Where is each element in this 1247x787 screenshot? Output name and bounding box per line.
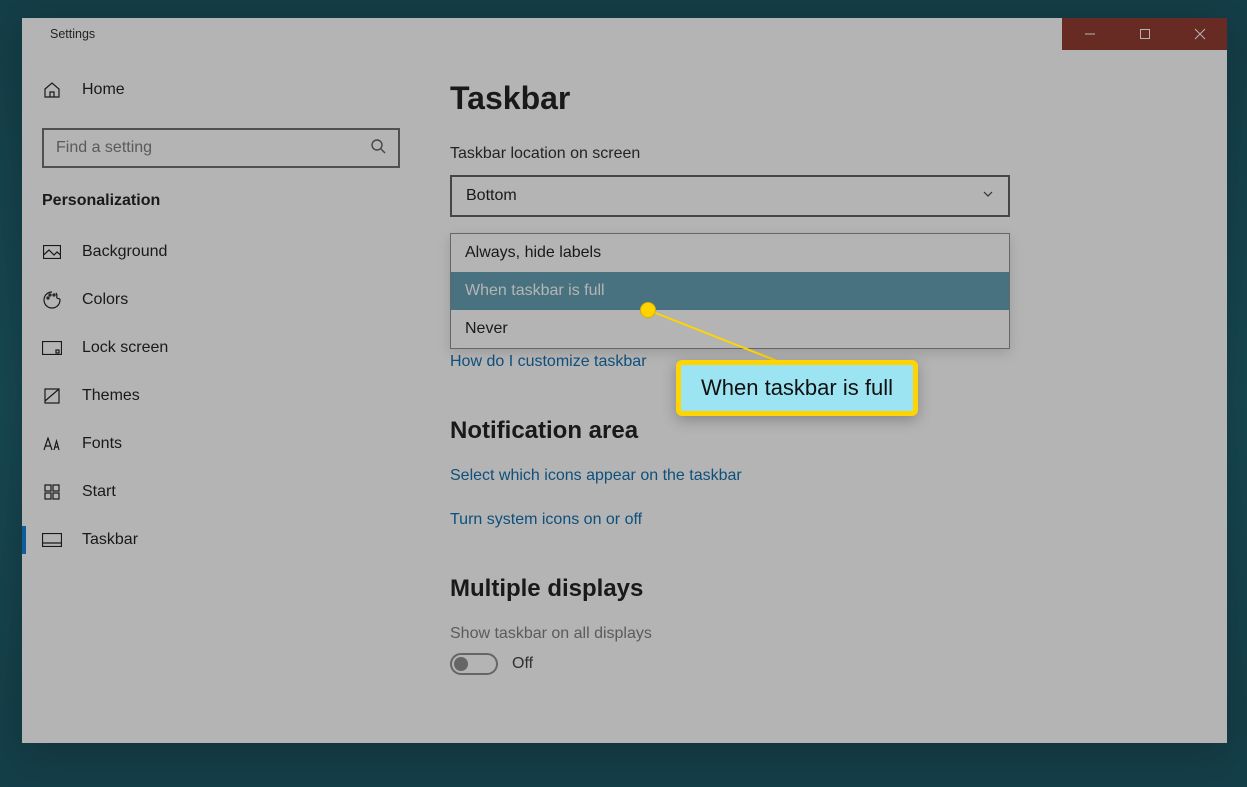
search-box[interactable] — [42, 128, 400, 168]
fonts-icon — [42, 434, 62, 454]
start-icon — [42, 482, 62, 502]
themes-icon — [42, 386, 62, 406]
home-label: Home — [82, 81, 125, 99]
picture-icon — [42, 242, 62, 262]
sidebar-item-label: Taskbar — [82, 531, 138, 549]
sidebar-item-fonts[interactable]: Fonts — [22, 420, 419, 468]
close-button[interactable] — [1172, 18, 1227, 50]
titlebar: Settings — [22, 18, 1227, 50]
sidebar-item-lock-screen[interactable]: Lock screen — [22, 324, 419, 372]
palette-icon — [42, 290, 62, 310]
combine-dropdown[interactable]: Always, hide labels When taskbar is full… — [450, 233, 1010, 349]
combine-option-always[interactable]: Always, hide labels — [451, 234, 1009, 272]
toggle-state: Off — [512, 655, 533, 673]
page-title: Taskbar — [450, 80, 1187, 117]
multiple-displays-heading: Multiple displays — [450, 575, 1187, 603]
settings-window: Settings Home — [22, 18, 1227, 743]
system-icons-link[interactable]: Turn system icons on or off — [450, 511, 1187, 529]
window-controls — [1062, 18, 1227, 50]
search-input[interactable] — [56, 139, 370, 157]
sidebar-item-label: Lock screen — [82, 339, 168, 357]
callout-text: When taskbar is full — [701, 375, 893, 400]
sidebar-item-label: Themes — [82, 387, 140, 405]
search-icon — [370, 138, 386, 159]
sidebar-item-label: Background — [82, 243, 167, 261]
show-taskbar-all-label: Show taskbar on all displays — [450, 625, 1187, 643]
sidebar-item-start[interactable]: Start — [22, 468, 419, 516]
notification-area-heading: Notification area — [450, 417, 1187, 445]
home-nav[interactable]: Home — [22, 70, 419, 110]
sidebar-item-label: Colors — [82, 291, 128, 309]
sidebar-item-label: Start — [82, 483, 116, 501]
location-dropdown[interactable]: Bottom — [450, 175, 1010, 217]
home-icon — [42, 80, 62, 100]
callout-box: When taskbar is full — [676, 360, 918, 416]
lockscreen-icon — [42, 338, 62, 358]
sidebar: Home Personalization — [22, 50, 420, 743]
show-taskbar-all-toggle[interactable] — [450, 653, 498, 675]
combine-option-when-full[interactable]: When taskbar is full — [451, 272, 1009, 310]
window-title: Settings — [22, 27, 95, 41]
sidebar-item-taskbar[interactable]: Taskbar — [22, 516, 419, 564]
taskbar-icon — [42, 530, 62, 550]
sidebar-category: Personalization — [22, 192, 419, 228]
sidebar-item-colors[interactable]: Colors — [22, 276, 419, 324]
location-label: Taskbar location on screen — [450, 145, 1187, 163]
toggle-knob — [454, 657, 468, 671]
sidebar-item-label: Fonts — [82, 435, 122, 453]
minimize-button[interactable] — [1062, 18, 1117, 50]
sidebar-item-themes[interactable]: Themes — [22, 372, 419, 420]
select-icons-link[interactable]: Select which icons appear on the taskbar — [450, 467, 1187, 485]
maximize-button[interactable] — [1117, 18, 1172, 50]
location-value: Bottom — [466, 187, 517, 205]
sidebar-item-background[interactable]: Background — [22, 228, 419, 276]
combine-option-never[interactable]: Never — [451, 310, 1009, 348]
chevron-down-icon — [982, 187, 994, 205]
